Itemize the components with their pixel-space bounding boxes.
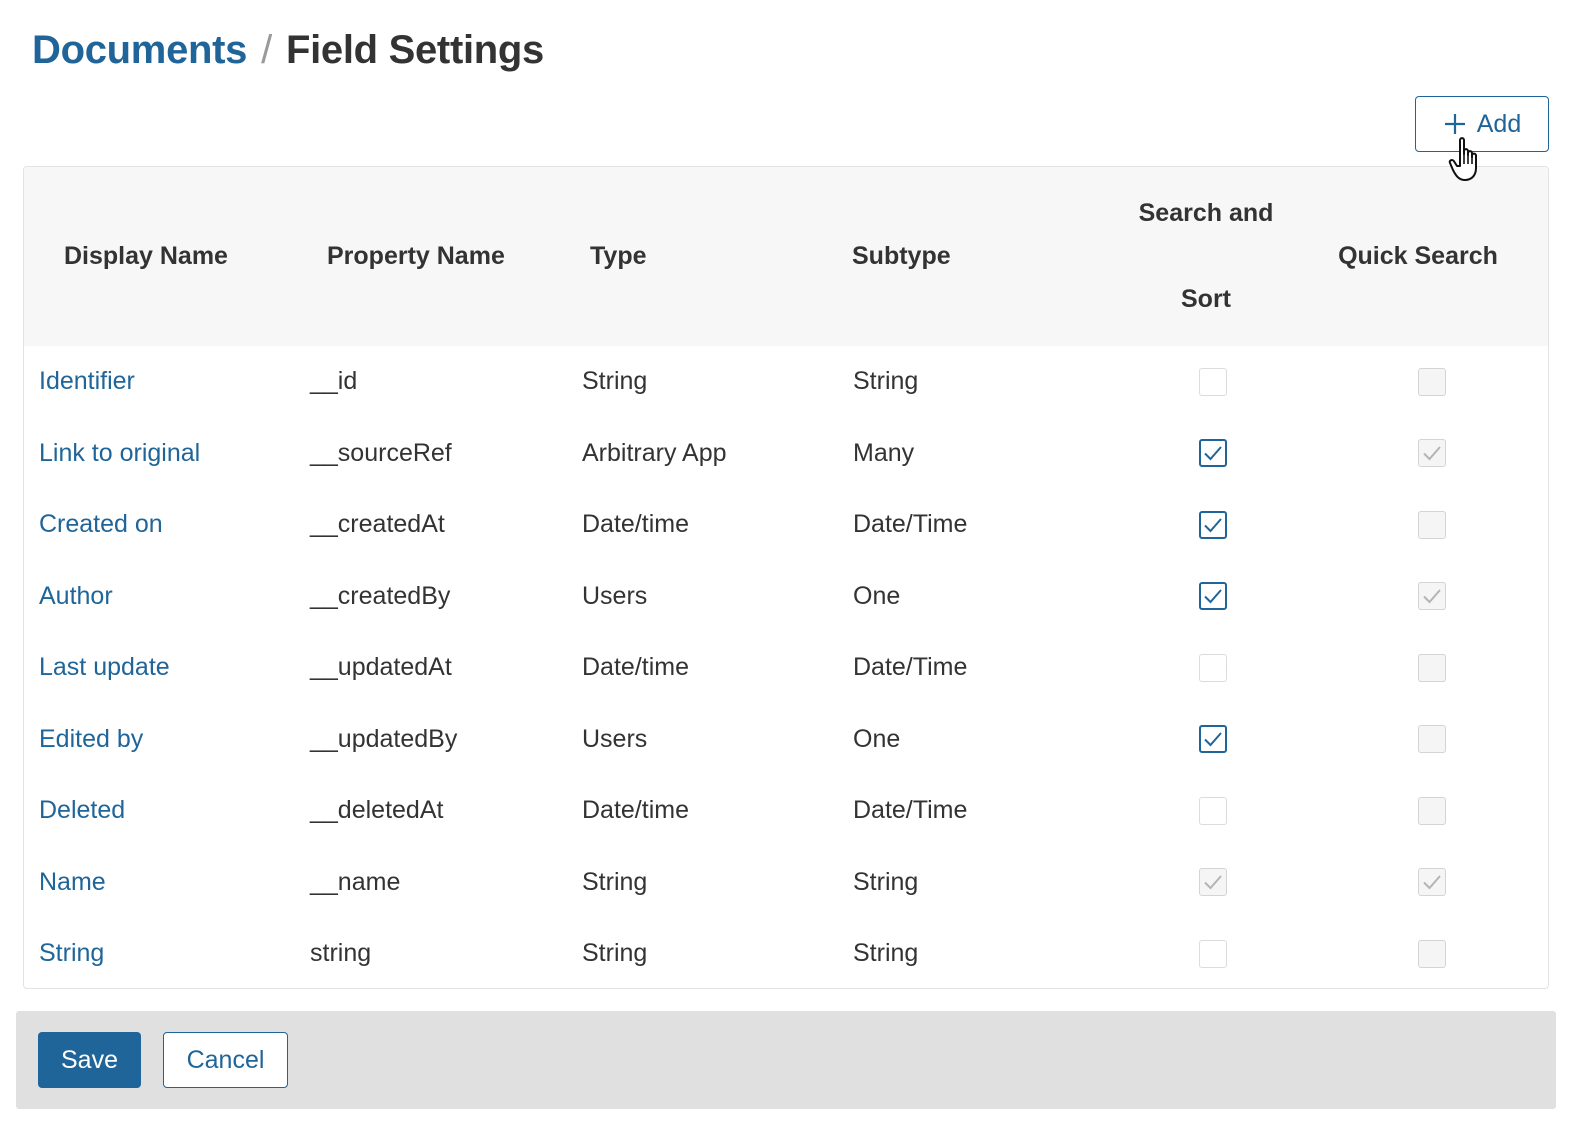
field-subtype: One: [853, 581, 901, 610]
field-display-name-link[interactable]: Edited by: [39, 704, 143, 776]
quick-search-checkbox: [1418, 796, 1446, 825]
search-and-sort-checkbox[interactable]: [1199, 510, 1227, 539]
field-subtype: Date/Time: [853, 653, 968, 682]
page-title: Field Settings: [285, 28, 544, 72]
quick-search-checkbox: [1418, 653, 1446, 682]
quick-search-checkbox: [1418, 367, 1446, 396]
table-row: Deleted __deletedAt Date/time Date/Time: [24, 775, 1548, 847]
table-row: Last update __updatedAt Date/time Date/Time: [24, 632, 1548, 704]
field-type: String: [582, 867, 648, 896]
field-subtype: String: [853, 867, 919, 896]
field-property-name: __name: [310, 867, 401, 896]
column-header-search-and-sort: Search and Sort: [1138, 199, 1274, 313]
quick-search-checkbox: [1418, 725, 1446, 754]
field-type: Date/time: [582, 796, 689, 825]
field-property-name: __sourceRef: [310, 438, 452, 467]
search-and-sort-checkbox[interactable]: [1199, 582, 1227, 611]
table-header: Display Name Property Name Type Subtype …: [24, 167, 1548, 346]
quick-search-checkbox: [1418, 939, 1446, 968]
field-property-name: string: [310, 939, 372, 968]
fields-table: Display Name Property Name Type Subtype …: [23, 166, 1549, 989]
field-type: Users: [582, 724, 648, 753]
table-row: Name __name String String: [24, 847, 1548, 919]
form-footer: Save Cancel: [16, 1011, 1556, 1109]
table-row: Author __createdBy Users One: [24, 561, 1548, 633]
field-display-name-link[interactable]: Deleted: [39, 775, 125, 847]
field-type: String: [582, 367, 648, 396]
field-type: Date/time: [582, 653, 689, 682]
field-type: Date/time: [582, 510, 689, 539]
field-display-name-link[interactable]: Name: [39, 847, 106, 919]
save-button[interactable]: Save: [38, 1032, 141, 1088]
field-property-name: __id: [310, 367, 358, 396]
field-subtype: String: [853, 367, 919, 396]
field-subtype: One: [853, 724, 901, 753]
column-header-quick-search: Quick Search: [1338, 242, 1498, 270]
breadcrumb: Documents / Field Settings: [32, 28, 544, 73]
search-and-sort-checkbox[interactable]: [1199, 653, 1227, 682]
field-property-name: __createdBy: [310, 581, 451, 610]
field-display-name-link[interactable]: Created on: [39, 489, 163, 561]
table-row: Identifier __id String String: [24, 346, 1548, 418]
field-property-name: __deletedAt: [310, 796, 444, 825]
field-display-name-link[interactable]: Identifier: [39, 346, 135, 418]
breadcrumb-separator: /: [261, 28, 272, 72]
cancel-button[interactable]: Cancel: [163, 1032, 288, 1088]
plus-icon: [1444, 114, 1465, 134]
column-header-display-name: Display Name: [64, 242, 228, 270]
field-property-name: __updatedBy: [310, 724, 458, 753]
search-and-sort-checkbox: [1199, 868, 1227, 897]
field-type: Arbitrary App: [582, 438, 727, 467]
table-row: Created on __createdAt Date/time Date/Time: [24, 489, 1548, 561]
search-and-sort-checkbox[interactable]: [1199, 725, 1227, 754]
field-subtype: Many: [853, 438, 915, 467]
search-and-sort-checkbox[interactable]: [1199, 796, 1227, 825]
field-display-name-link[interactable]: Link to original: [39, 418, 200, 490]
field-display-name-link[interactable]: Author: [39, 561, 113, 633]
field-display-name-link[interactable]: Last update: [39, 632, 170, 704]
field-property-name: __updatedAt: [310, 653, 452, 682]
field-subtype: Date/Time: [853, 796, 968, 825]
quick-search-checkbox: [1418, 868, 1446, 897]
field-type: String: [582, 939, 648, 968]
column-header-type: Type: [590, 242, 647, 270]
field-subtype: Date/Time: [853, 510, 968, 539]
field-subtype: String: [853, 939, 919, 968]
field-display-name-link[interactable]: String: [39, 918, 104, 988]
table-row: String string String String: [24, 918, 1548, 988]
search-and-sort-checkbox[interactable]: [1199, 939, 1227, 968]
column-header-property-name: Property Name: [327, 242, 505, 270]
column-header-subtype: Subtype: [852, 242, 951, 270]
quick-search-checkbox: [1418, 510, 1446, 539]
table-row: Edited by __updatedBy Users One: [24, 704, 1548, 776]
field-type: Users: [582, 581, 648, 610]
table-row: Link to original __sourceRef Arbitrary App…: [24, 418, 1548, 490]
quick-search-checkbox: [1418, 439, 1446, 468]
add-button-label: Add: [1476, 109, 1522, 138]
quick-search-checkbox: [1418, 582, 1446, 611]
search-and-sort-checkbox[interactable]: [1199, 439, 1227, 468]
field-property-name: __createdAt: [310, 510, 445, 539]
breadcrumb-documents-link[interactable]: Documents: [32, 28, 247, 73]
search-and-sort-checkbox[interactable]: [1199, 367, 1227, 396]
add-button[interactable]: Add: [1415, 96, 1549, 152]
